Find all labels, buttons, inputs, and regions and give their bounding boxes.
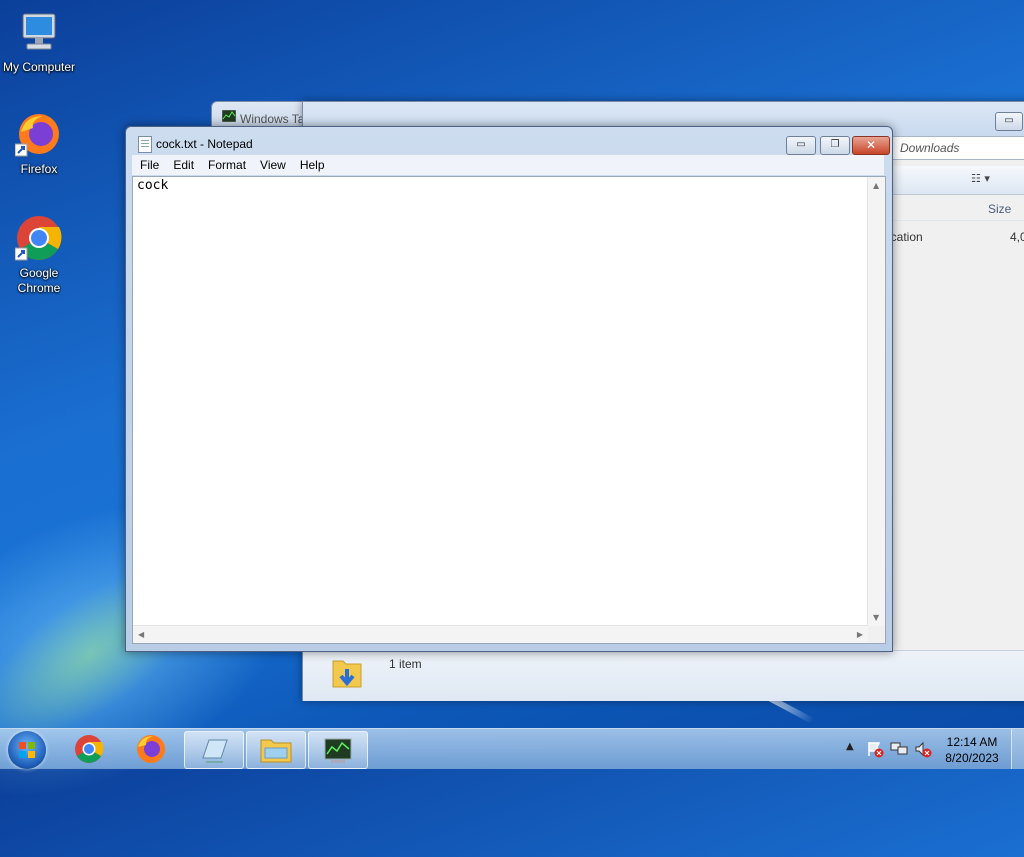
menu-bar: File Edit Format View Help [132,155,884,175]
menu-help[interactable]: Help [292,155,331,172]
file-size: 4,0 [1010,230,1024,244]
column-header: Size [888,198,1024,221]
notepad-window[interactable]: cock.txt - Notepad ▭ ❐ ✕ File Edit Format V… [125,126,893,652]
menu-edit[interactable]: Edit [165,155,200,172]
menu-view[interactable]: View [252,155,292,172]
notepad-icon [138,136,152,153]
taskmgr-icon [324,738,352,763]
close-button[interactable]: ✕ [852,136,890,155]
vertical-scrollbar[interactable]: ▲ ▼ [867,177,885,626]
scroll-left-icon[interactable]: ◀ [138,630,144,639]
clock-time: 12:14 AM [946,735,998,749]
address-text: Downloads [900,141,960,155]
maximize-button[interactable]: ❐ [820,136,850,155]
column-size-header[interactable]: Size [988,202,1011,216]
minimize-button[interactable]: ▭ [786,136,816,155]
menu-file[interactable]: File [132,155,165,172]
downloads-folder-icon [332,660,362,688]
address-bar[interactable]: Downloads [891,136,1024,160]
desktop-icon-chrome[interactable]: Google Chrome [0,214,79,296]
clock[interactable]: 12:14 AM 8/20/2023 [940,734,1004,766]
status-bar: 1 item [303,650,1024,701]
window-title: cock.txt - Notepad [156,137,253,151]
show-hidden-icons-icon[interactable]: ▲ [846,741,854,752]
clock-date: 8/20/2023 [945,751,999,765]
action-center-flag-icon[interactable] [866,740,884,758]
firefox-icon [14,110,63,158]
explorer-icon [260,739,292,763]
notepad-icon [202,739,228,763]
explorer-minimize-button[interactable]: ▭ [995,112,1023,131]
item-count: 1 item [389,657,422,671]
menu-format[interactable]: Format [200,155,252,172]
taskmgr-icon [222,110,236,122]
start-button[interactable] [8,731,46,769]
volume-muted-icon[interactable] [914,740,932,758]
resize-grip[interactable] [868,626,885,643]
file-row[interactable]: ication 4,0 [888,230,1024,244]
horizontal-scrollbar[interactable]: ◀ ▶ [133,625,868,643]
taskbar-chrome[interactable] [60,731,118,767]
taskmgr-title: Windows Ta [240,112,305,126]
desktop-icon-label: Google Chrome [17,266,61,295]
chrome-icon [75,735,104,763]
chrome-icon [14,214,63,262]
taskbar-taskmgr[interactable] [308,731,368,769]
system-tray: ▲ 12:14 AM 8/20/2023 [840,729,1024,769]
windows-logo-icon [19,742,35,758]
show-desktop-button[interactable] [1011,729,1024,769]
scroll-down-icon[interactable]: ▼ [873,613,879,622]
taskbar: ▲ 12:14 AM 8/20/2023 [0,728,1024,769]
desktop-icon-firefox[interactable]: Firefox [0,110,79,177]
network-icon[interactable] [890,740,908,758]
text-content[interactable]: cock [137,178,168,193]
file-type: ication [888,230,923,244]
taskbar-notepad[interactable] [184,731,244,769]
scroll-right-icon[interactable]: ▶ [857,630,863,639]
desktop-icon-label: Firefox [20,162,58,176]
firefox-icon [137,735,165,763]
text-area[interactable]: cock ▲ ▼ ◀ ▶ [132,176,886,644]
view-options-icon[interactable]: ☷ ▾ [971,172,990,185]
taskbar-firefox[interactable] [122,731,180,767]
desktop-icon-label: My Computer [2,60,76,74]
taskbar-explorer[interactable] [246,731,306,769]
computer-icon [15,8,63,56]
scroll-up-icon[interactable]: ▲ [873,181,879,190]
desktop-icon-my-computer[interactable]: My Computer [0,8,79,75]
